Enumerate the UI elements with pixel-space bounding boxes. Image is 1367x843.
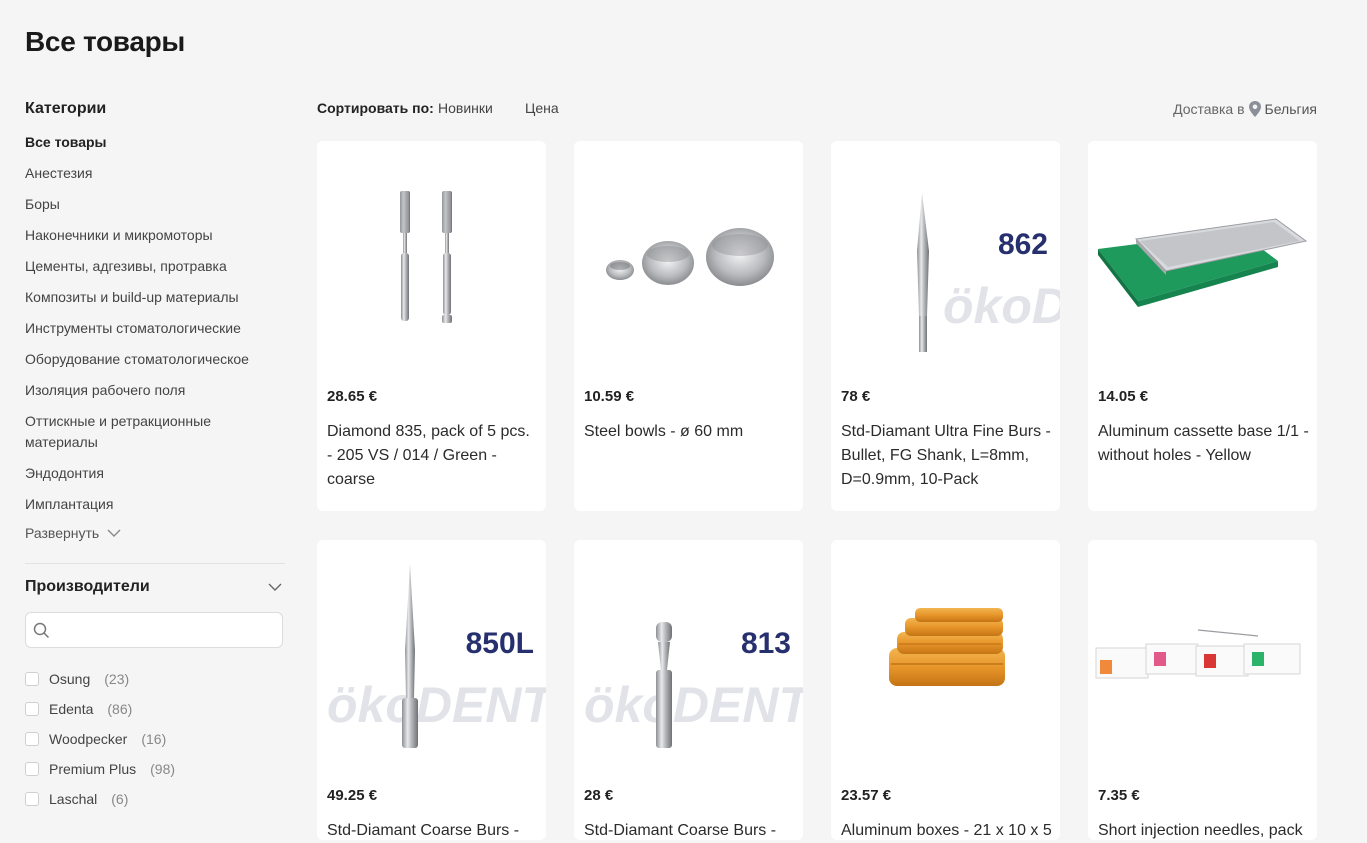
manufacturer-woodpecker[interactable]: Woodpecker (16) bbox=[25, 724, 285, 754]
product-name[interactable]: Std-Diamant Coarse Burs - bbox=[584, 819, 796, 843]
delivery-label: Доставка в bbox=[1173, 101, 1245, 117]
product-card[interactable]: 28.65 € Diamond 835, pack of 5 pcs. - 20… bbox=[317, 141, 546, 511]
manufacturer-osung[interactable]: Osung (23) bbox=[25, 664, 285, 694]
category-list: Все товары Анестезия Боры Наконечники и … bbox=[25, 132, 285, 515]
checkbox[interactable] bbox=[25, 732, 39, 746]
manufacturer-name: Edenta bbox=[49, 701, 94, 717]
manufacturer-search bbox=[25, 612, 283, 649]
bur-size-badge: 862 bbox=[998, 228, 1048, 261]
chevron-down-icon bbox=[107, 529, 121, 537]
manufacturer-list: Osung (23) Edenta (86) Woodpecker (16) Prem… bbox=[25, 664, 285, 814]
bur-size-badge: 850L bbox=[466, 627, 534, 660]
product-card[interactable]: 14.05 € Aluminum cassette base 1/1 - wit… bbox=[1088, 141, 1317, 511]
sort-price[interactable]: Цена bbox=[525, 100, 559, 116]
category-cements[interactable]: Цементы, адгезивы, протравка bbox=[25, 256, 285, 277]
delivery-selector[interactable]: Доставка в Бельгия bbox=[1173, 100, 1317, 118]
chevron-down-icon bbox=[268, 583, 282, 591]
search-icon bbox=[33, 622, 50, 639]
product-image-cassette bbox=[1098, 218, 1308, 307]
product-card[interactable]: 7.35 € Short injection needles, pack bbox=[1088, 540, 1317, 840]
manufacturer-name: Premium Plus bbox=[49, 761, 137, 777]
product-name[interactable]: Diamond 835, pack of 5 pcs. - 205 VS / 0… bbox=[327, 420, 539, 492]
category-implantology[interactable]: Имплантация bbox=[25, 494, 285, 515]
checkbox[interactable] bbox=[25, 762, 39, 776]
okodent-watermark: ökoDENT bbox=[327, 677, 546, 733]
product-name[interactable]: Short injection needles, pack bbox=[1098, 819, 1310, 843]
manufacturer-count: (23) bbox=[104, 671, 130, 687]
manufacturer-count: (16) bbox=[141, 731, 167, 747]
manufacturer-search-input[interactable] bbox=[56, 613, 280, 649]
manufacturer-premium-plus[interactable]: Premium Plus (98) bbox=[25, 754, 285, 784]
bur-size-badge: 813 bbox=[741, 627, 791, 660]
sidebar: Категории Все товары Анестезия Боры Нако… bbox=[25, 100, 285, 814]
product-name[interactable]: Std-Diamant Coarse Burs - bbox=[327, 819, 539, 843]
product-price: 28.65 € bbox=[327, 388, 378, 405]
location-pin-icon bbox=[1248, 101, 1261, 117]
product-image-bowls bbox=[606, 228, 774, 286]
manufacturer-name: Laschal bbox=[49, 791, 98, 807]
manufacturers-heading: Производители bbox=[25, 578, 150, 595]
manufacturer-laschal[interactable]: Laschal (6) bbox=[25, 784, 285, 814]
categories-heading: Категории bbox=[25, 100, 107, 117]
product-name[interactable]: Std-Diamant Ultra Fine Burs - Bullet, FG… bbox=[841, 420, 1053, 492]
product-card[interactable]: ökoDENT 850L 49.25 € Std-Diamant Coarse … bbox=[317, 540, 546, 840]
category-composites[interactable]: Композиты и build-up материалы bbox=[25, 287, 285, 308]
sort-newest[interactable]: Новинки bbox=[438, 100, 493, 116]
product-image-needle-boxes bbox=[1095, 629, 1301, 679]
okodent-watermark: ökoDENT bbox=[943, 278, 1060, 334]
category-impression[interactable]: Оттискные и ретракционные материалы bbox=[25, 411, 225, 453]
category-isolation[interactable]: Изоляция рабочего поля bbox=[25, 380, 285, 401]
delivery-country: Бельгия bbox=[1264, 101, 1317, 117]
expand-categories-button[interactable]: Развернуть bbox=[25, 525, 285, 541]
product-card[interactable]: ökoDENT 813 28 € Std-Diamant Coarse Burs… bbox=[574, 540, 803, 840]
product-image-bur-862: ökoDENT 862 bbox=[917, 193, 1060, 352]
product-image-aluminum-boxes bbox=[889, 608, 1005, 686]
product-card[interactable]: ökoDENT 862 78 € Std-Diamant Ultra Fine … bbox=[831, 141, 1060, 511]
product-price: 49.25 € bbox=[327, 787, 378, 804]
product-price: 10.59 € bbox=[584, 388, 635, 405]
product-card[interactable]: 10.59 € Steel bowls - ø 60 mm bbox=[574, 141, 803, 511]
manufacturer-name: Osung bbox=[49, 671, 91, 687]
okodent-watermark: ökoDENT bbox=[584, 677, 803, 733]
manufacturers-toggle[interactable]: Производители bbox=[25, 578, 285, 596]
category-handpieces[interactable]: Наконечники и микромоторы bbox=[25, 225, 285, 246]
product-price: 28 € bbox=[584, 787, 614, 804]
category-burs[interactable]: Боры bbox=[25, 194, 285, 215]
manufacturer-count: (86) bbox=[107, 701, 133, 717]
sidebar-divider bbox=[25, 563, 285, 564]
checkbox[interactable] bbox=[25, 792, 39, 806]
manufacturer-name: Woodpecker bbox=[49, 731, 128, 747]
product-image-bur-850l: ökoDENT 850L bbox=[327, 564, 546, 748]
manufacturer-count: (6) bbox=[111, 791, 129, 807]
product-price: 78 € bbox=[841, 388, 871, 405]
product-price: 14.05 € bbox=[1098, 388, 1149, 405]
category-equipment[interactable]: Оборудование стоматологическое bbox=[25, 349, 285, 370]
manufacturer-count: (98) bbox=[150, 761, 176, 777]
product-name[interactable]: Steel bowls - ø 60 mm bbox=[584, 420, 796, 444]
category-all[interactable]: Все товары bbox=[25, 132, 285, 153]
checkbox[interactable] bbox=[25, 702, 39, 716]
product-card[interactable]: 23.57 € Aluminum boxes - 21 x 10 x 5 bbox=[831, 540, 1060, 840]
page-title: Все товары bbox=[25, 26, 186, 57]
product-name[interactable]: Aluminum boxes - 21 x 10 x 5 bbox=[841, 819, 1053, 843]
category-endodontics[interactable]: Эндодонтия bbox=[25, 463, 285, 484]
manufacturer-edenta[interactable]: Edenta (86) bbox=[25, 694, 285, 724]
expand-label: Развернуть bbox=[25, 525, 100, 541]
checkbox[interactable] bbox=[25, 672, 39, 686]
category-instruments[interactable]: Инструменты стоматологические bbox=[25, 318, 285, 339]
product-price: 23.57 € bbox=[841, 787, 892, 804]
product-price: 7.35 € bbox=[1098, 787, 1140, 804]
product-name[interactable]: Aluminum cassette base 1/1 - without hol… bbox=[1098, 420, 1310, 468]
product-image-bur-813: ökoDENT 813 bbox=[584, 622, 803, 748]
product-image-burs bbox=[400, 191, 452, 323]
sort-toolbar: Сортировать по: Новинки Цена Доставка в … bbox=[317, 100, 1317, 118]
category-anesthesia[interactable]: Анестезия bbox=[25, 163, 285, 184]
sort-label: Сортировать по: bbox=[317, 100, 434, 116]
